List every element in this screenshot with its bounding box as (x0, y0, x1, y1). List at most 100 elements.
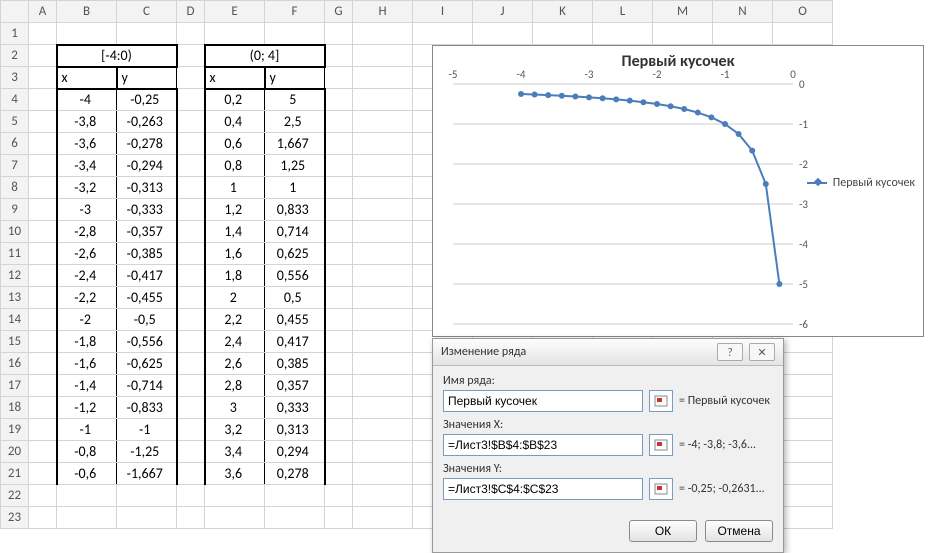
cell[interactable]: 0,714 (265, 221, 325, 243)
range-picker-button[interactable] (649, 478, 673, 500)
cell[interactable] (177, 353, 205, 375)
row-header[interactable]: 20 (1, 441, 29, 463)
close-button[interactable]: ✕ (749, 343, 775, 361)
cell[interactable]: -1,2 (57, 397, 117, 419)
cell[interactable] (325, 155, 353, 177)
cell[interactable]: 5 (265, 89, 325, 111)
row-header[interactable]: 23 (1, 507, 29, 529)
col-N[interactable]: N (713, 1, 773, 23)
row-header[interactable]: 9 (1, 199, 29, 221)
cell[interactable] (29, 67, 57, 89)
cell[interactable] (29, 89, 57, 111)
cell[interactable] (205, 485, 265, 507)
cell[interactable] (265, 507, 325, 529)
col-K[interactable]: K (533, 1, 593, 23)
cell[interactable]: 2,2 (205, 309, 265, 331)
cell[interactable]: 2 (205, 287, 265, 309)
cell[interactable] (177, 507, 205, 529)
cell[interactable] (325, 243, 353, 265)
cell[interactable] (533, 23, 593, 45)
cell[interactable]: 3 (205, 397, 265, 419)
cell[interactable]: -3,6 (57, 133, 117, 155)
cell[interactable]: -0,263 (117, 111, 177, 133)
cell[interactable]: 1,25 (265, 155, 325, 177)
cell[interactable]: -1 (117, 419, 177, 441)
cell[interactable] (353, 199, 413, 221)
cell[interactable]: -1,667 (117, 463, 177, 485)
cell[interactable]: 1,4 (205, 221, 265, 243)
cell[interactable]: -2,2 (57, 287, 117, 309)
col-C[interactable]: C (117, 1, 177, 23)
cell[interactable] (325, 199, 353, 221)
cell[interactable] (29, 155, 57, 177)
cell[interactable] (29, 309, 57, 331)
cell[interactable]: 3,2 (205, 419, 265, 441)
cell[interactable]: 0,556 (265, 265, 325, 287)
cell[interactable]: -0,385 (117, 243, 177, 265)
chart[interactable]: Первый кусочек 0-1-2-3-4-5-6-5-4-3-2-10 … (432, 45, 924, 337)
x-values-input[interactable] (443, 434, 643, 456)
col-A[interactable]: A (29, 1, 57, 23)
cell[interactable] (353, 309, 413, 331)
cell[interactable] (177, 45, 205, 67)
row-1[interactable]: 1 (1, 23, 833, 45)
cell[interactable] (353, 331, 413, 353)
cell[interactable]: -0,5 (117, 309, 177, 331)
cell[interactable] (325, 485, 353, 507)
col-F[interactable]: F (265, 1, 325, 23)
cell[interactable]: 0,4 (205, 111, 265, 133)
cell[interactable] (325, 331, 353, 353)
range-picker-button[interactable] (649, 390, 673, 412)
cell[interactable] (353, 89, 413, 111)
cell[interactable] (29, 419, 57, 441)
row-header[interactable]: 22 (1, 485, 29, 507)
cell[interactable]: x (205, 67, 265, 89)
cell[interactable] (325, 463, 353, 485)
row-header[interactable]: 12 (1, 265, 29, 287)
cell[interactable] (353, 485, 413, 507)
cell[interactable] (177, 397, 205, 419)
cell[interactable] (265, 485, 325, 507)
cell[interactable]: -2,8 (57, 221, 117, 243)
cell[interactable] (353, 419, 413, 441)
row-header[interactable]: 14 (1, 309, 29, 331)
cell[interactable] (325, 111, 353, 133)
cell[interactable] (325, 177, 353, 199)
y-values-input[interactable] (443, 478, 643, 500)
cell[interactable]: 0,294 (265, 441, 325, 463)
cell[interactable]: -0,357 (117, 221, 177, 243)
cell[interactable] (29, 243, 57, 265)
cell[interactable] (177, 419, 205, 441)
cell[interactable] (177, 133, 205, 155)
cell[interactable]: 1,2 (205, 199, 265, 221)
row-header[interactable]: 21 (1, 463, 29, 485)
cell[interactable] (353, 133, 413, 155)
cell[interactable] (177, 265, 205, 287)
cell[interactable]: (0; 4] (205, 45, 325, 67)
cell[interactable] (325, 375, 353, 397)
cell[interactable] (57, 485, 117, 507)
cancel-button[interactable]: Отмена (705, 520, 773, 542)
cell[interactable] (177, 243, 205, 265)
row-header[interactable]: 4 (1, 89, 29, 111)
cell[interactable] (325, 419, 353, 441)
cell[interactable]: -0,455 (117, 287, 177, 309)
cell[interactable]: 2,8 (205, 375, 265, 397)
cell[interactable] (29, 199, 57, 221)
cell[interactable]: 1 (265, 177, 325, 199)
cell[interactable]: -3,4 (57, 155, 117, 177)
cell[interactable]: -1,8 (57, 331, 117, 353)
cell[interactable]: 0,417 (265, 331, 325, 353)
col-E[interactable]: E (205, 1, 265, 23)
cell[interactable]: 3,6 (205, 463, 265, 485)
cell[interactable] (177, 287, 205, 309)
col-M[interactable]: M (653, 1, 713, 23)
cell[interactable]: 3,4 (205, 441, 265, 463)
cell[interactable] (353, 243, 413, 265)
cell[interactable]: -0,278 (117, 133, 177, 155)
cell[interactable]: 0,625 (265, 243, 325, 265)
cell[interactable] (773, 23, 833, 45)
cell[interactable]: -0,417 (117, 265, 177, 287)
cell[interactable] (177, 89, 205, 111)
col-I[interactable]: I (413, 1, 473, 23)
